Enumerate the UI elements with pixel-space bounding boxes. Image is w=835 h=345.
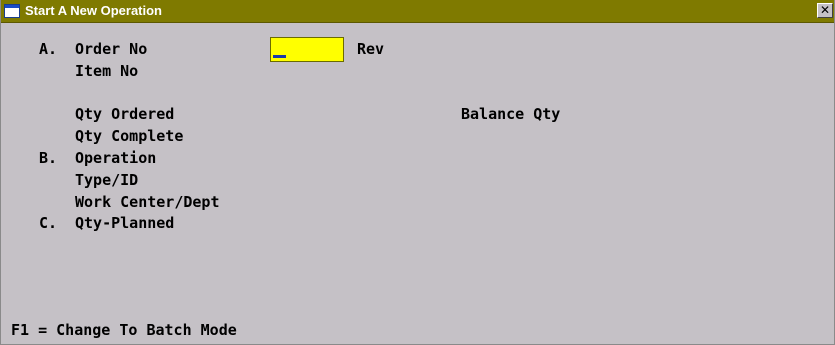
qty-complete-label: Qty Complete <box>75 127 184 145</box>
rev-label: Rev <box>357 40 385 58</box>
text-cursor <box>273 55 286 58</box>
window-app-icon <box>4 4 20 18</box>
section-a-marker: A. <box>39 40 58 58</box>
window-title: Start A New Operation <box>25 3 163 18</box>
operation-window: Start A New Operation ✕ A. Order No Rev … <box>0 0 835 345</box>
close-icon: ✕ <box>819 3 831 17</box>
type-id-label: Type/ID <box>75 171 139 189</box>
operation-label: Operation <box>75 149 157 167</box>
order-no-label: Order No <box>75 40 148 58</box>
work-center-label: Work Center/Dept <box>75 193 220 211</box>
order-no-input[interactable] <box>270 37 344 62</box>
item-no-label: Item No <box>75 62 139 80</box>
batch-mode-hint: F1 = Change To Batch Mode <box>11 321 237 339</box>
title-bar[interactable]: Start A New Operation ✕ <box>1 0 834 23</box>
section-b-marker: B. <box>39 149 58 167</box>
close-button[interactable]: ✕ <box>817 3 833 18</box>
section-c-marker: C. <box>39 214 58 232</box>
qty-planned-label: Qty-Planned <box>75 214 175 232</box>
balance-qty-label: Balance Qty <box>461 105 561 123</box>
qty-ordered-label: Qty Ordered <box>75 105 175 123</box>
